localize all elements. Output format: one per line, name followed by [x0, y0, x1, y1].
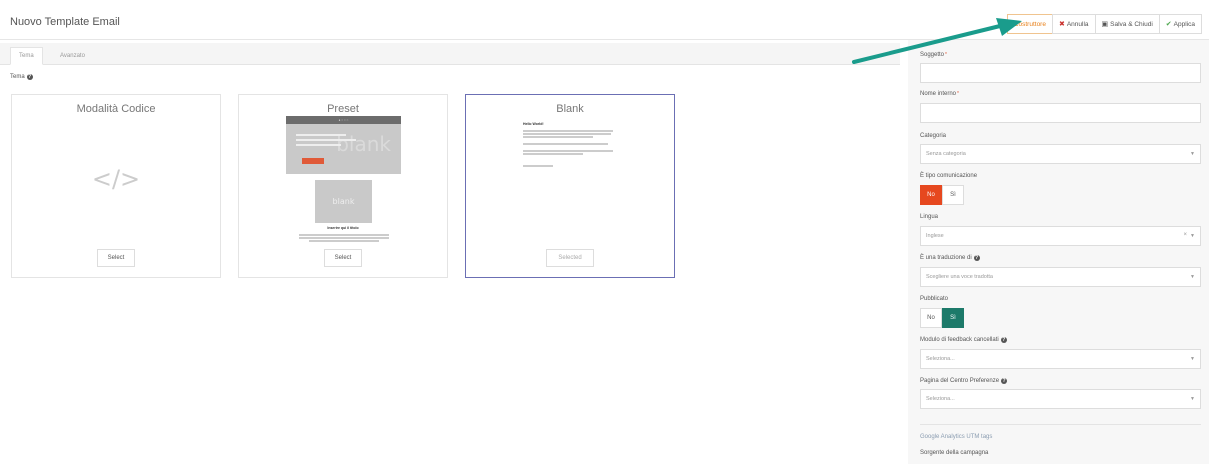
save-icon: ▣ — [1101, 21, 1109, 28]
unsub-form-label: Modulo di feedback cancellati? — [920, 337, 1007, 343]
preset-hero-button — [302, 158, 324, 164]
preset-text-line — [309, 240, 379, 242]
preset-hero-line — [296, 139, 356, 141]
theme-card-code[interactable]: Modalità Codice </> Select — [11, 94, 221, 278]
blank-text-line — [523, 165, 553, 167]
required-marker: * — [945, 52, 947, 58]
translation-placeholder: Scegliere una voce tradotta — [926, 274, 993, 280]
settings-panel: Soggetto * Nome interno * Categoria Senza … — [908, 40, 1209, 464]
save-close-button-label: Salva & Chiudi — [1110, 20, 1153, 28]
subject-label: Soggetto * — [920, 52, 947, 58]
tab-theme[interactable]: Tema — [10, 47, 43, 65]
card-title: Preset — [327, 103, 359, 115]
tabs-bar: Tema Avanzato — [0, 43, 900, 65]
comm-type-toggle: No Sì — [920, 185, 964, 205]
language-select[interactable]: Inglese × ▼ — [920, 226, 1201, 246]
card-title: Blank — [556, 103, 584, 115]
toolbar: Costruttore ✖ Annulla ▣ Salva & Chiudi ✔ Ap… — [1006, 14, 1202, 34]
category-select[interactable]: Senza categoria ▼ — [920, 144, 1201, 164]
subject-label-text: Soggetto — [920, 52, 945, 58]
select-button[interactable]: Select — [324, 249, 362, 267]
theme-label: Tema ? — [10, 74, 33, 80]
unsub-form-select[interactable]: Seleziona... ▼ — [920, 349, 1201, 369]
chevron-down-icon: ▼ — [1190, 356, 1195, 362]
translation-label-text: È una traduzione di — [920, 255, 972, 261]
section-divider — [920, 424, 1201, 425]
help-icon[interactable]: ? — [1001, 378, 1008, 384]
card-title: Modalità Codice — [76, 103, 156, 115]
preference-center-label: Pagina del Centro Preferenze? — [920, 378, 1008, 384]
blank-text-line — [523, 130, 613, 132]
chevron-down-icon: ▼ — [1190, 151, 1195, 157]
chevron-down-icon: ▼ — [1190, 233, 1195, 239]
chevron-down-icon: ▼ — [1190, 274, 1195, 280]
comm-type-label: È tipo comunicazione — [920, 173, 978, 179]
check-icon: ✔ — [1165, 21, 1172, 28]
unsub-form-label-text: Modulo di feedback cancellati — [920, 337, 999, 343]
apply-button[interactable]: ✔ Applica — [1158, 14, 1202, 34]
theme-panel: Tema Avanzato Tema ? Modalità Codice </>… — [0, 40, 908, 464]
preference-center-select[interactable]: Seleziona... ▼ — [920, 389, 1201, 409]
page-header: Nuovo Template Email Costruttore ✖ Annull… — [0, 0, 1209, 40]
theme-label-text: Tema — [10, 74, 25, 80]
preset-hero-line — [296, 134, 346, 136]
preset-topbar: ● ○ ○ ○ — [286, 116, 401, 124]
preset-hero-line — [296, 144, 341, 146]
blank-text-line — [523, 133, 611, 135]
code-icon: </> — [91, 165, 141, 193]
help-icon[interactable]: ? — [1000, 337, 1007, 343]
select-button[interactable]: Select — [97, 249, 135, 267]
comm-type-yes-button[interactable]: Sì — [942, 185, 964, 205]
published-no-button[interactable]: No — [920, 308, 942, 328]
preset-image: blank — [315, 180, 372, 223]
chevron-down-icon: ▼ — [1190, 396, 1195, 402]
translation-label: È una traduzione di? — [920, 255, 980, 261]
published-toggle: No Sì — [920, 308, 964, 328]
utm-tags-header: Google Analytics UTM tags — [920, 434, 993, 440]
page-title: Nuovo Template Email — [10, 16, 120, 28]
builder-button[interactable]: Costruttore — [1006, 14, 1053, 34]
blank-text-line — [523, 136, 593, 138]
published-label: Pubblicato — [920, 296, 949, 302]
translation-select[interactable]: Scegliere una voce tradotta ▼ — [920, 267, 1201, 287]
category-label: Categoria — [920, 133, 947, 139]
preset-text-line — [299, 234, 389, 236]
clear-icon[interactable]: × — [1183, 232, 1187, 238]
unsub-form-placeholder: Seleziona... — [926, 356, 955, 362]
help-icon[interactable]: ? — [973, 255, 980, 261]
preset-hero-image: blank — [286, 124, 401, 174]
internal-name-label-text: Nome interno — [920, 91, 957, 97]
save-close-button[interactable]: ▣ Salva & Chiudi — [1094, 14, 1160, 34]
selected-button: Selected — [546, 249, 594, 267]
blank-heading: Hello World! — [523, 122, 544, 126]
blank-text-line — [523, 150, 613, 152]
close-icon: ✖ — [1058, 21, 1065, 28]
blank-text-line — [523, 153, 583, 155]
category-value: Senza categoria — [926, 151, 966, 157]
apply-button-label: Applica — [1173, 20, 1195, 28]
comm-type-no-button[interactable]: No — [920, 185, 942, 205]
required-marker: * — [957, 91, 959, 97]
internal-name-input[interactable] — [920, 103, 1201, 123]
preset-heading: Inserire qui il titolo — [327, 226, 359, 230]
preference-center-placeholder: Seleziona... — [926, 396, 955, 402]
internal-name-label: Nome interno * — [920, 91, 959, 97]
theme-card-preset[interactable]: Preset ● ○ ○ ○ blank blank Inserire qui … — [238, 94, 448, 278]
theme-card-blank[interactable]: Blank Hello World! Selected — [465, 94, 675, 278]
subject-input[interactable] — [920, 63, 1201, 83]
language-value: Inglese — [926, 233, 944, 239]
tab-advanced[interactable]: Avanzato — [52, 47, 93, 65]
published-yes-button[interactable]: Sì — [942, 308, 964, 328]
preference-center-label-text: Pagina del Centro Preferenze — [920, 378, 1000, 384]
cancel-button[interactable]: ✖ Annulla — [1051, 14, 1096, 34]
language-label: Lingua — [920, 214, 939, 220]
campaign-source-label: Sorgente della campagna — [920, 450, 989, 456]
builder-button-label: Costruttore — [1013, 20, 1046, 28]
blank-text-line — [523, 143, 608, 145]
preset-text-line — [299, 237, 389, 239]
help-icon[interactable]: ? — [26, 74, 33, 80]
cancel-button-label: Annulla — [1066, 20, 1089, 28]
